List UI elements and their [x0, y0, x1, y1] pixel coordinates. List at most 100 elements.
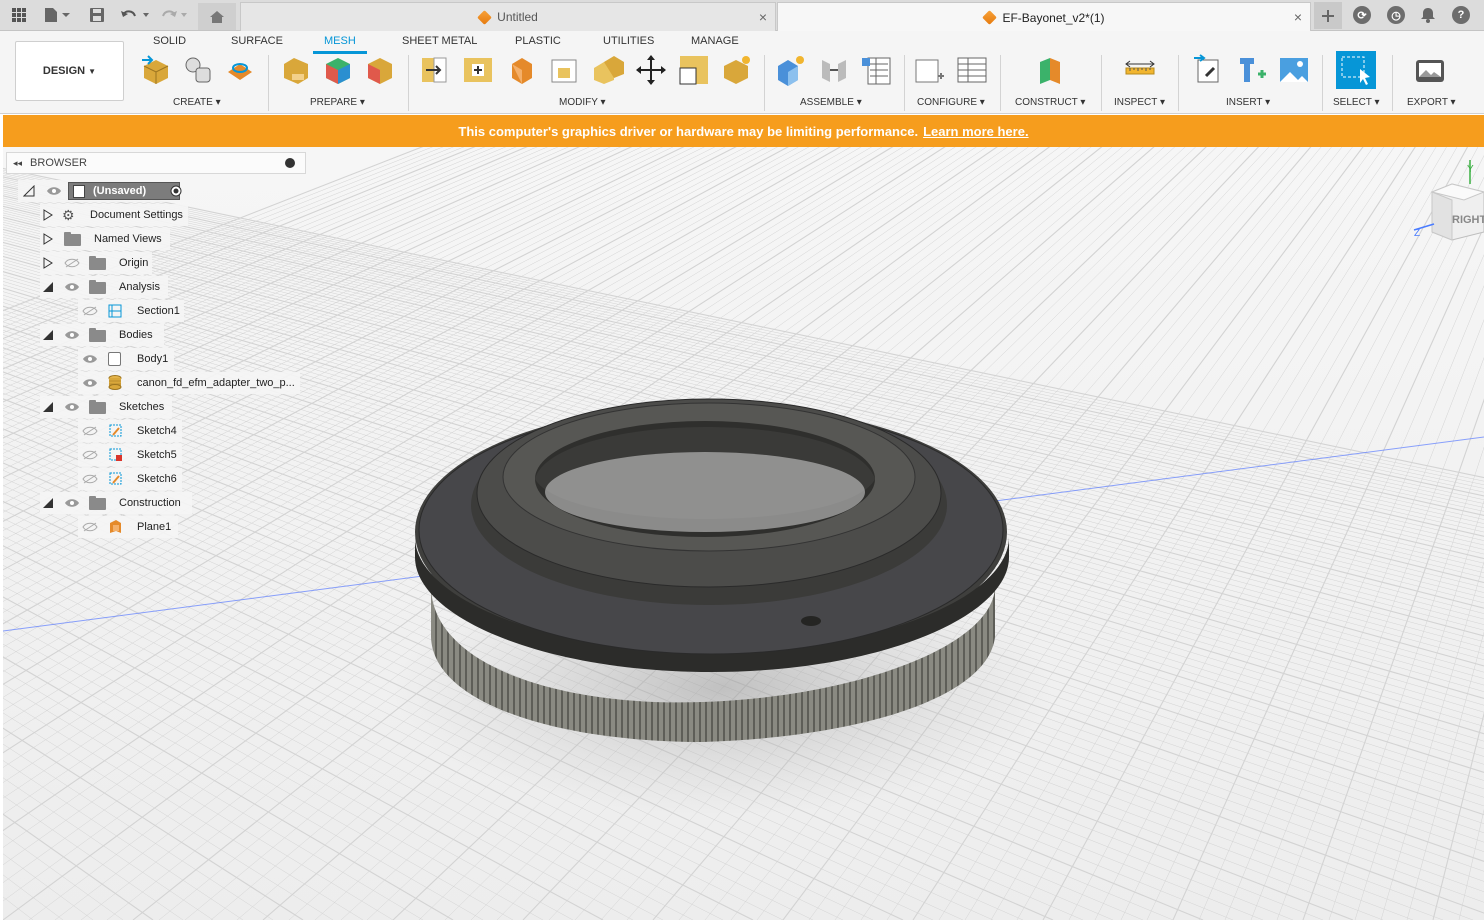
save-icon[interactable]	[86, 4, 108, 26]
tree-item-bodies[interactable]: Bodies	[40, 324, 164, 346]
visibility-eye-icon[interactable]	[82, 378, 98, 388]
visibility-eye-icon[interactable]	[46, 186, 62, 196]
insert-mcmaster-icon[interactable]	[1236, 54, 1268, 86]
construct-plane-icon[interactable]	[1034, 54, 1066, 86]
tree-item-analysis[interactable]: Analysis	[40, 276, 168, 298]
group-insert[interactable]: INSERT ▾	[1226, 97, 1270, 108]
tree-item-section1[interactable]: Section1	[78, 300, 184, 322]
insert-canvas-icon[interactable]	[1278, 54, 1310, 86]
configure-design-icon[interactable]	[914, 54, 946, 86]
collapsed-triangle-icon[interactable]	[42, 257, 54, 269]
move-copy-icon[interactable]	[635, 54, 667, 86]
smooth-icon[interactable]	[506, 54, 538, 86]
repair-icon[interactable]	[280, 54, 312, 86]
help-icon[interactable]: ?	[1451, 4, 1471, 26]
new-tab-plus-icon[interactable]	[1314, 2, 1342, 29]
visibility-eye-icon[interactable]	[64, 282, 80, 292]
configuration-table-icon[interactable]	[956, 54, 988, 86]
tree-item-sketch4[interactable]: Sketch4	[78, 420, 182, 442]
learn-more-link[interactable]: Learn more here.	[923, 124, 1029, 139]
tree-root-node[interactable]: (Unsaved)	[18, 180, 190, 202]
hidden-eye-icon[interactable]	[82, 306, 98, 316]
remesh-icon[interactable]	[592, 54, 624, 86]
view-cube-face-label[interactable]: RIGHT	[1452, 214, 1484, 226]
reduce-icon[interactable]	[720, 54, 752, 86]
hidden-eye-icon[interactable]	[82, 426, 98, 436]
tab-sheet-metal[interactable]: SHEET METAL	[402, 35, 477, 47]
measure-icon[interactable]	[1124, 54, 1156, 86]
hidden-eye-icon[interactable]	[82, 474, 98, 484]
visibility-eye-icon[interactable]	[64, 330, 80, 340]
joint-icon[interactable]	[818, 54, 850, 86]
tab-manage[interactable]: MANAGE	[691, 35, 739, 47]
bill-of-materials-icon[interactable]	[860, 54, 892, 86]
minimize-panel-icon[interactable]	[285, 158, 295, 168]
job-status-icon[interactable]: ◷	[1386, 4, 1406, 26]
group-inspect[interactable]: INSPECT ▾	[1114, 97, 1165, 108]
tree-item-named-views[interactable]: Named Views	[40, 228, 170, 250]
group-export[interactable]: EXPORT ▾	[1407, 97, 1456, 108]
extensions-icon[interactable]: ⟳	[1352, 4, 1372, 26]
shell-icon[interactable]	[462, 54, 494, 86]
close-tab-icon[interactable]: ×	[759, 9, 767, 25]
hidden-eye-icon[interactable]	[64, 258, 80, 268]
visibility-eye-icon[interactable]	[64, 498, 80, 508]
collapsed-triangle-icon[interactable]	[42, 233, 54, 245]
hidden-eye-icon[interactable]	[82, 450, 98, 460]
group-assemble[interactable]: ASSEMBLE ▾	[800, 97, 862, 108]
file-menu-icon[interactable]	[42, 4, 72, 26]
tab-untitled[interactable]: Untitled ×	[240, 2, 776, 31]
app-grid-icon[interactable]	[8, 4, 30, 26]
tab-surface[interactable]: SURFACE	[231, 35, 283, 47]
insert-derive-icon[interactable]	[1192, 54, 1224, 86]
tree-item-sketch5[interactable]: Sketch5	[78, 444, 182, 466]
visibility-eye-icon[interactable]	[82, 354, 98, 364]
tree-item-sketches[interactable]: Sketches	[40, 396, 172, 418]
insert-mesh-icon[interactable]	[140, 54, 172, 86]
home-icon[interactable]	[198, 3, 236, 30]
expanded-triangle-icon[interactable]	[42, 281, 54, 293]
group-configure[interactable]: CONFIGURE ▾	[917, 97, 985, 108]
group-construct[interactable]: CONSTRUCT ▾	[1015, 97, 1085, 108]
view-cube[interactable]: Y RIGHT Z	[1412, 158, 1484, 248]
tree-item-origin[interactable]: Origin	[40, 252, 152, 274]
tab-ef-bayonet[interactable]: EF-Bayonet_v2*(1) ×	[777, 2, 1311, 32]
close-tab-icon[interactable]: ×	[1294, 9, 1302, 25]
plane-cut-icon[interactable]	[418, 54, 450, 86]
collapsed-triangle-icon[interactable]	[42, 209, 54, 221]
collapse-panel-icon[interactable]: ◂◂	[13, 158, 22, 169]
expanded-triangle-icon[interactable]	[42, 497, 54, 509]
tab-mesh[interactable]: MESH	[324, 35, 356, 47]
browser-panel-header[interactable]: ◂◂ BROWSER	[6, 152, 306, 174]
workspace-switcher-button[interactable]: DESIGN ▼	[15, 41, 124, 101]
tree-item-mesh-body[interactable]: canon_fd_efm_adapter_two_p...	[78, 372, 300, 394]
visibility-eye-icon[interactable]	[64, 402, 80, 412]
expanded-triangle-icon[interactable]	[42, 329, 54, 341]
tree-item-construction[interactable]: Construction	[40, 492, 192, 514]
export-icon[interactable]	[1414, 54, 1446, 86]
generate-face-groups-icon[interactable]	[322, 54, 354, 86]
group-modify[interactable]: MODIFY ▾	[559, 97, 606, 108]
notifications-bell-icon[interactable]	[1418, 4, 1438, 26]
new-component-icon[interactable]	[774, 54, 806, 86]
tree-item-sketch6[interactable]: Sketch6	[78, 468, 182, 490]
group-select[interactable]: SELECT ▾	[1333, 97, 1380, 108]
reverse-normal-icon[interactable]	[548, 54, 580, 86]
tessellate-icon[interactable]	[224, 54, 256, 86]
group-create[interactable]: CREATE ▾	[173, 97, 221, 108]
tab-plastic[interactable]: PLASTIC	[515, 35, 561, 47]
combine-face-groups-icon[interactable]	[364, 54, 396, 86]
redo-icon[interactable]	[158, 4, 192, 26]
tree-item-plane1[interactable]: Plane1	[78, 516, 178, 538]
3d-viewport[interactable]	[3, 147, 1484, 920]
expanded-triangle-icon[interactable]	[42, 401, 54, 413]
tab-utilities[interactable]: UTILITIES	[603, 35, 654, 47]
expanded-triangle-icon[interactable]	[23, 185, 35, 197]
tab-solid[interactable]: SOLID	[153, 35, 186, 47]
scale-icon[interactable]	[678, 54, 710, 86]
undo-icon[interactable]	[118, 4, 152, 26]
activate-radio-icon[interactable]	[170, 185, 182, 197]
root-component-label[interactable]: (Unsaved)	[68, 182, 180, 200]
tree-item-body1[interactable]: Body1	[78, 348, 174, 370]
create-form-icon[interactable]	[182, 54, 214, 86]
